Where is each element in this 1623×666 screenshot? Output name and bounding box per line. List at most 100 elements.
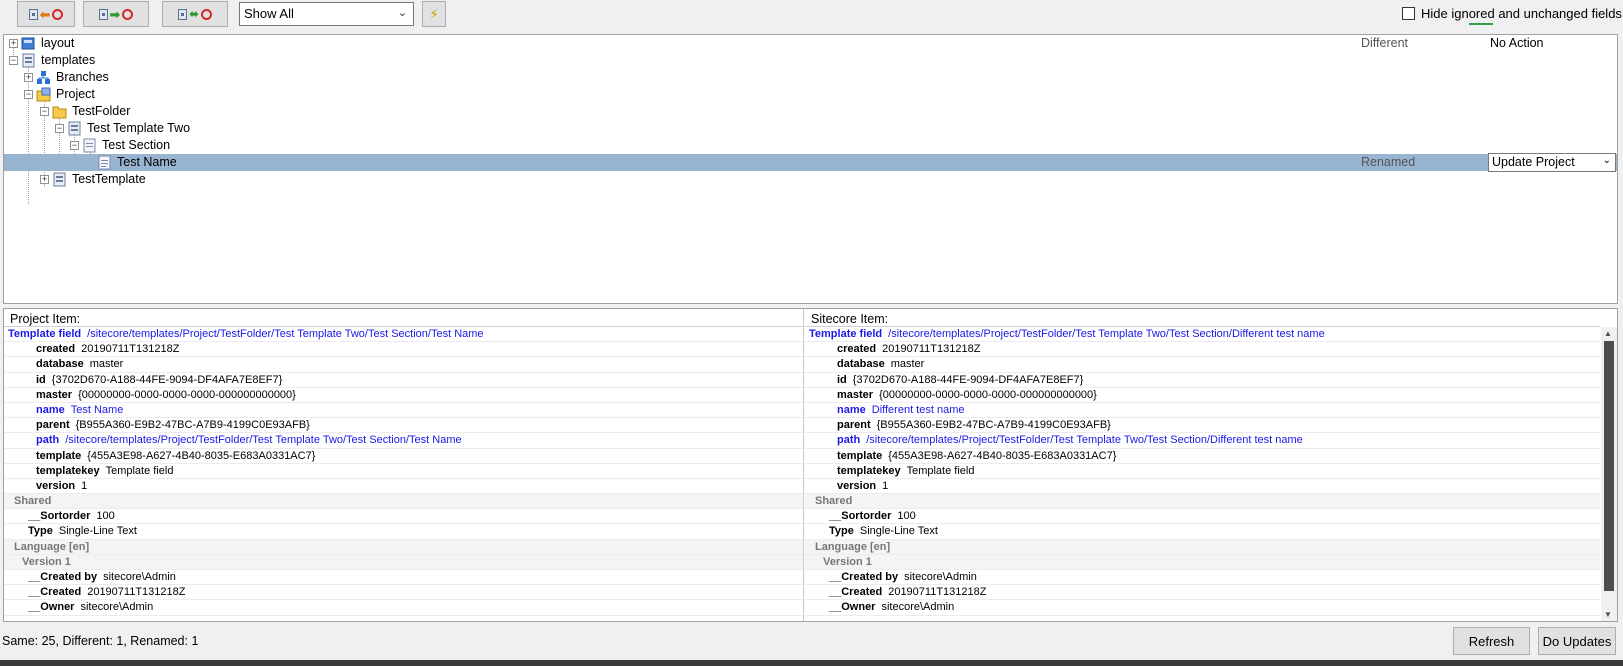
scroll-down-icon[interactable]: ▼: [1604, 610, 1612, 619]
arrow-both-icon: ⬌: [188, 7, 200, 21]
collapse-icon[interactable]: −: [24, 90, 33, 99]
field-key: __Created by: [829, 571, 899, 583]
field-value: {B955A360-E9B2-47BC-A7B9-4199C0E93AFB}: [876, 419, 1111, 432]
section-row: Shared: [805, 494, 1600, 510]
field-key: __Owner: [829, 601, 876, 614]
lightning-icon: ⚡: [429, 5, 439, 22]
lightning-button[interactable]: ⚡: [422, 1, 446, 27]
field-key: version: [36, 479, 76, 492]
tree-row-templates[interactable]: − templates: [4, 52, 1617, 69]
field-key: Template field: [8, 328, 82, 340]
field-value: /sitecore/templates/Project/TestFolder/T…: [888, 328, 1325, 340]
field-row: Template field/sitecore/templates/Projec…: [805, 327, 1600, 343]
do-updates-button[interactable]: Do Updates: [1538, 627, 1616, 655]
field-value: 1: [81, 479, 88, 492]
field-value: {B955A360-E9B2-47BC-A7B9-4199C0E93AFB}: [75, 419, 310, 432]
copy-to-sitecore-button[interactable]: ➡: [83, 1, 149, 27]
field-row: created 20190711T131218Z: [805, 342, 1600, 358]
action-label[interactable]: No Action: [1490, 36, 1544, 50]
tree-row-test-name[interactable]: Test Name Renamed Update Project ⌄: [4, 153, 1617, 172]
collapse-icon[interactable]: −: [9, 56, 18, 65]
field-row: version 1: [4, 479, 803, 495]
expand-icon[interactable]: +: [9, 39, 18, 48]
field-row: __Created by sitecore\Admin: [4, 570, 803, 586]
tree-row-layout[interactable]: + layout Different No Action: [4, 35, 1617, 52]
field-value: Template field: [105, 464, 174, 477]
tree-row-label: TestTemplate: [72, 172, 146, 186]
collapse-icon[interactable]: −: [55, 124, 64, 133]
section-icon: [83, 138, 96, 153]
field-key: __Sortorder: [28, 510, 91, 523]
copy-to-project-button[interactable]: ⬅: [17, 1, 75, 27]
project-folder-icon: [36, 87, 51, 102]
tree-row-label: Test Section: [102, 138, 171, 152]
field-key: id: [837, 373, 847, 386]
field-row: database master: [4, 357, 803, 373]
field-value: {3702D670-A188-44FE-9094-DF4AFA7E8EF7}: [852, 373, 1084, 386]
field-key: __Created: [28, 586, 82, 599]
filter-select[interactable]: Show All ⌄: [239, 2, 414, 26]
scrollbar-thumb[interactable]: [1604, 341, 1614, 591]
field-row: database master: [805, 357, 1600, 373]
field-key: created: [837, 343, 877, 356]
vertical-scrollbar[interactable]: ▲ ▼: [1601, 327, 1617, 621]
filter-value: Show All: [244, 6, 294, 21]
field-key: created: [36, 343, 76, 356]
sitecore-fields-list: Template field/sitecore/templates/Projec…: [805, 327, 1600, 616]
arrow-right-icon: ➡: [109, 6, 121, 22]
field-row: __Sortorder 100: [4, 509, 803, 525]
tree-row-label: Project: [56, 87, 95, 101]
field-row: template {455A3E98-A627-4B40-8035-E683A03…: [4, 449, 803, 464]
status-label: Renamed: [1361, 155, 1416, 169]
field-value: {455A3E98-A627-4B40-8035-E683A0331AC7}: [87, 449, 316, 462]
tree-row-label: templates: [41, 53, 96, 67]
stop-icon: [201, 8, 213, 20]
scroll-up-icon[interactable]: ▲: [1604, 329, 1612, 338]
field-value: 100: [96, 510, 115, 523]
tree-row-label: layout: [41, 36, 75, 50]
field-key: __Created by: [28, 571, 98, 583]
tree-row-testfolder[interactable]: − TestFolder: [4, 103, 1617, 120]
field-key: Version 1: [823, 555, 872, 568]
expand-icon[interactable]: +: [24, 73, 33, 82]
field-key: Template field: [809, 328, 883, 340]
tree-row-test-section[interactable]: − Test Section: [4, 137, 1617, 154]
field-key: Language [en]: [815, 540, 891, 553]
field-value: Single-Line Text: [859, 525, 938, 538]
field-value: sitecore\Admin: [904, 571, 977, 583]
field-key: __Owner: [28, 601, 75, 614]
chevron-down-icon: ⌄: [1602, 155, 1611, 166]
field-key: path: [36, 434, 60, 447]
branches-icon: [37, 71, 50, 84]
field-row: __Created by sitecore\Admin: [805, 570, 1600, 586]
field-key: __Created: [829, 586, 883, 599]
green-underline: [1469, 23, 1493, 25]
pane-header: Sitecore Item:: [805, 309, 1600, 327]
refresh-button[interactable]: Refresh: [1453, 627, 1530, 655]
tree-row-project[interactable]: − Project: [4, 86, 1617, 103]
tree-row-testtemplate[interactable]: + TestTemplate: [4, 171, 1617, 188]
expand-icon[interactable]: +: [40, 175, 49, 184]
tree-row-test-template-two[interactable]: − Test Template Two: [4, 120, 1617, 137]
field-key: id: [36, 373, 46, 386]
field-key: template: [837, 449, 883, 462]
folder-icon: [52, 106, 67, 119]
field-row: Template field/sitecore/templates/Projec…: [4, 327, 803, 343]
action-select[interactable]: Update Project ⌄: [1488, 153, 1616, 172]
field-key: name: [837, 403, 866, 416]
hide-unchanged-checkbox[interactable]: [1402, 7, 1415, 20]
tree-row-branches[interactable]: + Branches: [4, 69, 1617, 86]
field-value: 20190711T131218Z: [882, 343, 981, 356]
section-row: Shared: [4, 494, 803, 510]
field-value: 20190711T131218Z: [87, 586, 186, 599]
collapse-icon[interactable]: −: [70, 141, 79, 150]
collapse-icon[interactable]: −: [40, 107, 49, 116]
sync-both-button[interactable]: ⬌: [162, 1, 228, 27]
action-select-value: Update Project: [1492, 155, 1575, 169]
status-summary: Same: 25, Different: 1, Renamed: 1: [2, 634, 199, 648]
field-key: __Sortorder: [829, 510, 892, 523]
status-label: Different: [1361, 36, 1409, 50]
field-row: version 1: [805, 479, 1600, 495]
field-key: path: [837, 434, 861, 447]
field-value: 20190711T131218Z: [81, 343, 180, 356]
